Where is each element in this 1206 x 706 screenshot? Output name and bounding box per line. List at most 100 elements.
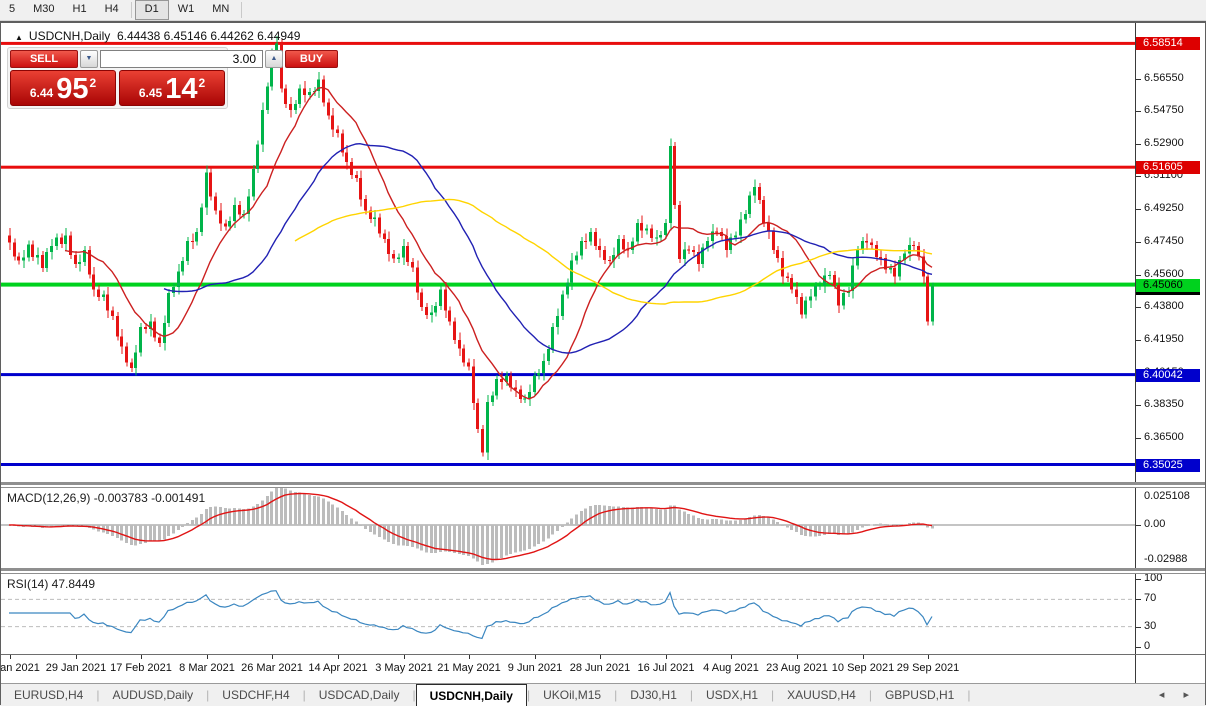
chart-window: ▲ USDCNH,Daily 6.44438 6.45146 6.44262 6.… bbox=[0, 21, 1206, 705]
volume-decrease-button[interactable]: ▼ bbox=[80, 50, 98, 68]
date-tick bbox=[666, 655, 667, 659]
chart-tab-xauusd[interactable]: XAUUSD,H4 bbox=[774, 684, 869, 706]
chart-tab-usdcnh[interactable]: USDCNH,Daily bbox=[416, 684, 527, 706]
tab-scroll-arrows[interactable]: ◂ ▸ bbox=[1159, 688, 1197, 701]
buy-price-prefix: 6.45 bbox=[139, 86, 162, 100]
macd-indicator-area[interactable]: MACD(12,26,9) -0.003783 -0.001491 bbox=[1, 488, 1135, 568]
buy-button[interactable]: BUY bbox=[285, 50, 338, 68]
timeframe-toolbar: 5M30H1H4 D1W1MN bbox=[0, 0, 1206, 21]
date-tick bbox=[338, 655, 339, 659]
toolbar-separator bbox=[241, 2, 242, 18]
date-label: 8 Mar 2021 bbox=[179, 662, 235, 674]
axis-tick bbox=[1136, 242, 1141, 243]
timeframe-button-5[interactable]: 5 bbox=[0, 0, 24, 20]
date-tick bbox=[535, 655, 536, 659]
date-tick bbox=[404, 655, 405, 659]
date-tick bbox=[928, 655, 929, 659]
chart-tab-gbpusd[interactable]: GBPUSD,H1 bbox=[872, 684, 967, 706]
date-label: 23 Aug 2021 bbox=[766, 662, 828, 674]
price-tick-label: 6.41950 bbox=[1144, 333, 1184, 345]
main-chart-row: ▲USDCNH,Daily 6.44438 6.45146 6.44262 6.… bbox=[1, 23, 1205, 482]
rsi-axis-label: 70 bbox=[1144, 592, 1156, 604]
level-price-label: 6.51605 bbox=[1136, 161, 1200, 174]
date-tick bbox=[600, 655, 601, 659]
macd-axis-max: 0.025108 bbox=[1144, 490, 1190, 502]
axis-tick bbox=[1136, 79, 1141, 80]
date-label: 16 Jul 2021 bbox=[638, 662, 695, 674]
macd-label: MACD(12,26,9) -0.003783 -0.001491 bbox=[7, 491, 205, 505]
buy-price-box[interactable]: 6.45 14 2 bbox=[119, 70, 225, 106]
timeframe-button-h1[interactable]: H1 bbox=[64, 0, 96, 20]
date-label: 4 Aug 2021 bbox=[703, 662, 759, 674]
price-tick-label: 6.49250 bbox=[1144, 202, 1184, 214]
price-tick-label: 6.38350 bbox=[1144, 398, 1184, 410]
date-label: 29 Sep 2021 bbox=[897, 662, 959, 674]
sell-price-pips: 95 bbox=[56, 74, 88, 104]
macd-axis-zero: 0.00 bbox=[1144, 518, 1165, 530]
ma-medium-line bbox=[164, 144, 932, 353]
chart-title: ▲USDCNH,Daily 6.44438 6.45146 6.44262 6.… bbox=[15, 29, 300, 43]
axis-tick bbox=[1136, 111, 1141, 112]
chart-tab-ukoil[interactable]: UKOil,M15 bbox=[530, 684, 614, 706]
date-label: 10 Sep 2021 bbox=[832, 662, 894, 674]
price-tick-label: 6.56550 bbox=[1144, 72, 1184, 84]
level-line[interactable] bbox=[1, 463, 1135, 466]
price-tick-label: 6.54750 bbox=[1144, 104, 1184, 116]
candlestick-chart-area[interactable]: ▲USDCNH,Daily 6.44438 6.45146 6.44262 6.… bbox=[1, 23, 1135, 482]
price-axis[interactable]: 6.56550 6.54750 6.52900 6.51100 6.49250 … bbox=[1135, 23, 1205, 482]
time-axis[interactable]: 11 Jan 2021 29 Jan 2021 17 Feb 2021 8 Ma… bbox=[1, 655, 1135, 683]
volume-increase-button[interactable]: ▲ bbox=[265, 50, 283, 68]
chart-tab-usdchf[interactable]: USDCHF,H4 bbox=[209, 684, 302, 706]
rsi-svg bbox=[1, 574, 1135, 654]
rsi-axis[interactable]: 100 70 30 0 bbox=[1135, 574, 1205, 654]
date-tick bbox=[207, 655, 208, 659]
rsi-axis-label: 0 bbox=[1144, 640, 1150, 652]
date-label: 29 Jan 2021 bbox=[46, 662, 107, 674]
chart-tab-eurusd[interactable]: EURUSD,H4 bbox=[1, 684, 96, 706]
date-tick bbox=[76, 655, 77, 659]
date-label: 11 Jan 2021 bbox=[1, 662, 40, 674]
time-axis-corner bbox=[1135, 655, 1205, 683]
sell-price-fraction: 2 bbox=[89, 76, 96, 90]
macd-axis-min: -0.02988 bbox=[1144, 553, 1187, 565]
sell-button[interactable]: SELL bbox=[10, 50, 78, 68]
chart-tab-usdx[interactable]: USDX,H1 bbox=[693, 684, 771, 706]
date-label: 17 Feb 2021 bbox=[110, 662, 172, 674]
toolbar-separator bbox=[131, 2, 132, 18]
price-tick-label: 6.47450 bbox=[1144, 235, 1184, 247]
axis-tick bbox=[1136, 405, 1141, 406]
timeframe-button-h4[interactable]: H4 bbox=[96, 0, 128, 20]
axis-tick bbox=[1136, 438, 1141, 439]
date-label: 3 May 2021 bbox=[375, 662, 432, 674]
rsi-indicator-area[interactable]: RSI(14) 47.8449 bbox=[1, 574, 1135, 654]
chart-tab-dj30[interactable]: DJ30,H1 bbox=[617, 684, 690, 706]
date-label: 26 Mar 2021 bbox=[241, 662, 303, 674]
one-click-trading-widget: SELL ▼ ▲ BUY 6.44 95 2 6.45 14 2 bbox=[7, 47, 228, 109]
timeframe-button-m30[interactable]: M30 bbox=[24, 0, 63, 20]
chart-tab-audusd[interactable]: AUDUSD,Daily bbox=[99, 684, 206, 706]
collapse-triangle-icon[interactable]: ▲ bbox=[15, 33, 23, 42]
chart-ohlc-values: 6.44438 6.45146 6.44262 6.44949 bbox=[117, 29, 301, 43]
date-label: 28 Jun 2021 bbox=[570, 662, 631, 674]
axis-tick bbox=[1136, 176, 1141, 177]
sell-price-box[interactable]: 6.44 95 2 bbox=[10, 70, 116, 106]
symbol-tab-bar: EURUSD,H4|AUDUSD,Daily|USDCHF,H4|USDCAD,… bbox=[1, 683, 1205, 706]
timeframe-button-d1[interactable]: D1 bbox=[135, 0, 169, 20]
timeframe-button-w1[interactable]: W1 bbox=[169, 0, 204, 20]
level-price-label: 6.35025 bbox=[1136, 459, 1200, 472]
level-line[interactable] bbox=[1, 166, 1135, 169]
volume-input[interactable] bbox=[100, 50, 263, 68]
level-price-label: 6.40042 bbox=[1136, 369, 1200, 382]
timeframe-button-mn[interactable]: MN bbox=[203, 0, 238, 20]
chart-tab-usdcad[interactable]: USDCAD,Daily bbox=[306, 684, 413, 706]
date-tick bbox=[272, 655, 273, 659]
date-tick bbox=[797, 655, 798, 659]
tab-separator: | bbox=[967, 684, 970, 706]
axis-tick bbox=[1136, 144, 1141, 145]
macd-pane-row: MACD(12,26,9) -0.003783 -0.001491 0.0251… bbox=[1, 488, 1205, 568]
date-label: 9 Jun 2021 bbox=[508, 662, 562, 674]
rsi-pane-row: RSI(14) 47.8449 100 70 30 0 bbox=[1, 574, 1205, 654]
price-tick-label: 6.43800 bbox=[1144, 300, 1184, 312]
macd-axis[interactable]: 0.025108 0.00 -0.02988 bbox=[1135, 488, 1205, 568]
level-line[interactable] bbox=[1, 373, 1135, 376]
